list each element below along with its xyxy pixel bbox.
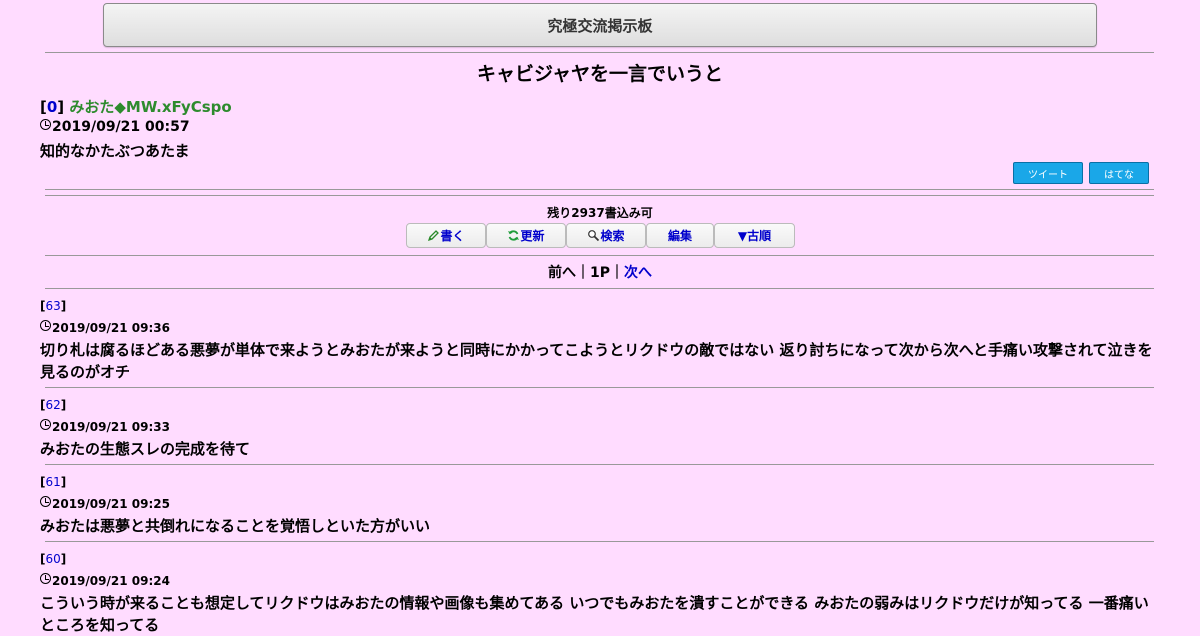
post-date-text: 2019/09/21 09:33 bbox=[52, 420, 170, 434]
post-body: みおたの生態スレの完成を待て bbox=[40, 440, 251, 458]
divider bbox=[45, 288, 1154, 289]
post-number-link[interactable]: 61 bbox=[45, 475, 60, 489]
search-button[interactable]: 検索 bbox=[566, 223, 646, 248]
post-number: [63] bbox=[40, 299, 67, 313]
post-number: [62] bbox=[40, 398, 67, 412]
post-date: 2019/09/21 09:33 bbox=[40, 419, 1158, 435]
post-number: [61] bbox=[40, 475, 67, 489]
op-number-link[interactable]: 0 bbox=[47, 98, 57, 116]
search-icon bbox=[588, 230, 600, 242]
post-number-link[interactable]: 63 bbox=[45, 299, 60, 313]
write-button-label: 書く bbox=[440, 229, 465, 243]
clock-icon bbox=[40, 419, 51, 430]
edit-button[interactable]: 編集 bbox=[646, 223, 714, 248]
write-button[interactable]: 書く bbox=[406, 223, 486, 248]
post-date: 2019/09/21 09:36 bbox=[40, 320, 1158, 336]
clock-icon bbox=[40, 573, 51, 584]
op-date: 2019/09/21 00:57 bbox=[40, 119, 190, 135]
post: [62] 2019/09/21 09:33 みおたの生態スレの完成を待て bbox=[40, 397, 1158, 460]
pagination: 前へ｜1P｜次へ bbox=[0, 262, 1200, 282]
post-number-link[interactable]: 60 bbox=[45, 552, 60, 566]
sort-order-button[interactable]: ▼古順 bbox=[714, 223, 795, 248]
post-body: こういう時が来ることも想定してリクドウはみおたの情報や画像も集めてある いつでも… bbox=[40, 594, 1149, 634]
hatena-button-label: はてな bbox=[1104, 169, 1134, 181]
pager-prev: 前へ bbox=[547, 265, 576, 281]
clock-icon bbox=[40, 119, 51, 130]
divider bbox=[45, 541, 1154, 542]
divider bbox=[45, 52, 1154, 53]
divider bbox=[45, 195, 1154, 196]
tweet-button[interactable]: ツイート bbox=[1013, 162, 1083, 184]
divider bbox=[45, 464, 1154, 465]
pager-next-link[interactable]: 次へ bbox=[624, 265, 652, 281]
post: [61] 2019/09/21 09:25 みおたは悪夢と共倒れになることを覚悟… bbox=[40, 474, 1158, 537]
thread-title: キャビジャヤを一言でいうと bbox=[476, 63, 724, 85]
search-button-label: 検索 bbox=[600, 229, 625, 243]
post-date-text: 2019/09/21 09:36 bbox=[52, 321, 170, 335]
clock-icon bbox=[40, 320, 51, 331]
toolbar: 書く 更新 検索 編集 ▼古順 bbox=[406, 223, 795, 248]
post-date-text: 2019/09/21 09:25 bbox=[52, 497, 170, 511]
post-number: [60] bbox=[40, 552, 67, 566]
post: [60] 2019/09/21 09:24 こういう時が来ることも想定してリクド… bbox=[40, 551, 1158, 636]
divider bbox=[45, 255, 1154, 256]
sort-order-label: ▼古順 bbox=[737, 229, 772, 243]
refresh-button-label: 更新 bbox=[520, 229, 545, 243]
op-date-text: 2019/09/21 00:57 bbox=[52, 119, 190, 135]
pager-separator: ｜ bbox=[575, 265, 590, 281]
clock-icon bbox=[40, 496, 51, 507]
divider bbox=[45, 189, 1154, 190]
post-number-link[interactable]: 62 bbox=[45, 398, 60, 412]
op-author-name: みおた◆MW.xFyCspo bbox=[69, 98, 232, 116]
pager-current: 1P bbox=[589, 265, 610, 281]
post-body: みおたは悪夢と共倒れになることを覚悟しといた方がいい bbox=[40, 517, 431, 535]
post: [63] 2019/09/21 09:36 切り札は腐るほどある悪夢が単体で来よ… bbox=[40, 298, 1158, 383]
edit-button-label: 編集 bbox=[667, 229, 692, 243]
op-header: [0] みおた◆MW.xFyCspo bbox=[40, 98, 232, 116]
tweet-button-label: ツイート bbox=[1028, 169, 1068, 181]
post-date: 2019/09/21 09:25 bbox=[40, 496, 1158, 512]
board-header[interactable]: 究極交流掲示板 bbox=[103, 3, 1097, 47]
divider bbox=[45, 387, 1154, 388]
board-title: 究極交流掲示板 bbox=[547, 16, 653, 35]
post-body: 切り札は腐るほどある悪夢が単体で来ようとみおたが来ようと同時にかかってこようとリ… bbox=[40, 341, 1153, 381]
post-date-text: 2019/09/21 09:24 bbox=[52, 574, 170, 588]
refresh-icon bbox=[508, 230, 520, 241]
post-date: 2019/09/21 09:24 bbox=[40, 573, 1158, 589]
pencil-icon bbox=[428, 230, 440, 242]
refresh-button[interactable]: 更新 bbox=[486, 223, 566, 248]
pager-separator: ｜ bbox=[610, 265, 624, 281]
remaining-posts: 残り2937書込み可 bbox=[547, 206, 653, 220]
op-body: 知的なかたぶつあたま bbox=[40, 142, 190, 160]
hatena-button[interactable]: はてな bbox=[1089, 162, 1149, 184]
